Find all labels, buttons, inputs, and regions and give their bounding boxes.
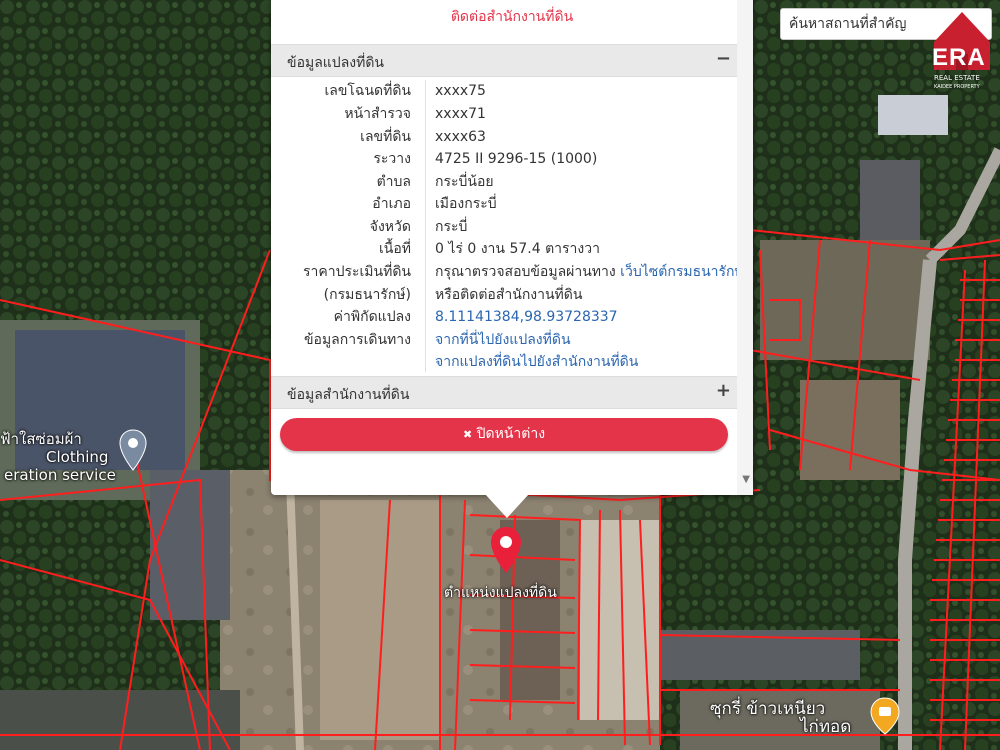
poi-restaurant-line2: ไก่ทอด bbox=[800, 717, 852, 737]
treasury-value: หรือติดต่อสำนักงานที่ดิน bbox=[435, 287, 583, 303]
row-land-number: เลขที่ดิน xxxx63 bbox=[271, 126, 737, 148]
office-info-panel-header[interactable]: ข้อมูลสำนักงานที่ดิน + bbox=[271, 376, 737, 409]
land-info-panel-title: ข้อมูลแปลงที่ดิน bbox=[287, 55, 385, 71]
map-sheet-label: ระวาง bbox=[373, 151, 411, 167]
row-deed-number: เลขโฉนดที่ดิน xxxx75 bbox=[271, 80, 737, 102]
row-subdistrict: ตำบล กระบี่น้อย bbox=[271, 171, 737, 193]
parcel-location-pin-icon[interactable] bbox=[488, 525, 524, 575]
close-icon: ✖ bbox=[462, 428, 473, 441]
treasury-label: (กรมธนารักษ์) bbox=[323, 287, 411, 303]
era-logo[interactable]: ERA REAL ESTATE KAIDEE PROPERTY bbox=[930, 6, 994, 92]
poi-restaurant-label[interactable]: ซุกรี่ ข้าวเหนียว ไก่ทอด bbox=[710, 700, 851, 736]
poi-clothing-en-2: eration service bbox=[4, 466, 116, 484]
row-survey-page: หน้าสำรวจ xxxx71 bbox=[271, 103, 737, 125]
expand-icon[interactable]: + bbox=[716, 380, 731, 401]
appraisal-value: กรุณาตรวจสอบข้อมูลผ่านทาง เว็บไซต์กรมธนา… bbox=[435, 261, 744, 283]
land-info-popup: ติดต่อสำนักงานที่ดิน ข้อมูลแปลงที่ดิน − … bbox=[271, 0, 753, 495]
map-sheet-value: 4725 II 9296-15 (1000) bbox=[435, 151, 598, 167]
land-info-panel-header[interactable]: ข้อมูลแปลงที่ดิน − bbox=[271, 44, 737, 77]
appraisal-label: ราคาประเมินที่ดิน bbox=[302, 264, 411, 280]
close-window-label: ปิดหน้าต่าง bbox=[472, 426, 546, 442]
parcel-location-label: ตำแหน่งแปลงที่ดิน bbox=[444, 585, 557, 601]
era-logo-text: ERA bbox=[932, 44, 986, 71]
row-coordinates: ค่าพิกัดแปลง 8.11141384,98.93728337 bbox=[271, 306, 737, 328]
survey-page-value: xxxx71 bbox=[435, 106, 486, 122]
coordinates-label: ค่าพิกัดแปลง bbox=[333, 309, 411, 325]
subdistrict-value: กระบี่น้อย bbox=[435, 174, 494, 190]
popup-scrollbar[interactable]: ▼ bbox=[737, 0, 753, 495]
row-appraisal: ราคาประเมินที่ดิน กรุณาตรวจสอบข้อมูลผ่าน… bbox=[271, 261, 744, 283]
land-number-value: xxxx63 bbox=[435, 129, 486, 145]
province-value: กระบี่ bbox=[435, 219, 468, 235]
area-value: 0 ไร่ 0 งาน 57.4 ตารางวา bbox=[435, 241, 600, 257]
row-district: อำเภอ เมืองกระบี่ bbox=[271, 193, 737, 215]
popup-tail bbox=[485, 494, 529, 518]
poi-clothing-thai: ฟ้าใสซ่อมผ้า bbox=[0, 430, 82, 448]
province-label: จังหวัด bbox=[369, 219, 411, 235]
row-map-sheet: ระวาง 4725 II 9296-15 (1000) bbox=[271, 148, 737, 170]
poi-restaurant-line1: ซุกรี่ ข้าวเหนียว bbox=[710, 699, 826, 719]
travel-label: ข้อมูลการเดินทาง bbox=[303, 332, 411, 348]
scroll-down-arrow-icon[interactable]: ▼ bbox=[742, 474, 750, 485]
office-info-panel-title: ข้อมูลสำนักงานที่ดิน bbox=[287, 387, 410, 403]
era-logo-sub1: REAL ESTATE bbox=[934, 74, 980, 82]
district-label: อำเภอ bbox=[372, 196, 411, 212]
restaurant-pin-icon[interactable] bbox=[868, 696, 902, 736]
treasury-website-link[interactable]: เว็บไซต์กรมธนารักษ์ bbox=[620, 264, 744, 280]
contact-land-office-link[interactable]: ติดต่อสำนักงานที่ดิน bbox=[271, 6, 753, 28]
row-travel: ข้อมูลการเดินทาง จากที่นี่ไปยังแปลงที่ดิ… bbox=[271, 329, 737, 351]
era-logo-sub2: KAIDEE PROPERTY bbox=[934, 84, 980, 90]
poi-clothing-en: Clothing bbox=[46, 448, 109, 466]
row-treasury: (กรมธนารักษ์) หรือติดต่อสำนักงานที่ดิน bbox=[271, 284, 737, 306]
route-to-parcel-link[interactable]: จากที่นี่ไปยังแปลงที่ดิน bbox=[435, 332, 571, 348]
subdistrict-label: ตำบล bbox=[376, 174, 411, 190]
appraisal-text: กรุณาตรวจสอบข้อมูลผ่านทาง bbox=[435, 264, 621, 280]
poi-location-icon[interactable] bbox=[118, 428, 148, 472]
land-number-label: เลขที่ดิน bbox=[360, 129, 411, 145]
row-province: จังหวัด กระบี่ bbox=[271, 216, 737, 238]
close-window-button[interactable]: ✖ ปิดหน้าต่าง bbox=[280, 418, 728, 451]
survey-page-label: หน้าสำรวจ bbox=[344, 106, 411, 122]
poi-clothing-label[interactable]: ฟ้าใสซ่อมผ้า Clothing eration service bbox=[0, 430, 116, 484]
deed-number-label: เลขโฉนดที่ดิน bbox=[324, 83, 411, 99]
deed-number-value: xxxx75 bbox=[435, 83, 486, 99]
area-label: เนื้อที่ bbox=[379, 241, 411, 257]
collapse-icon[interactable]: − bbox=[716, 48, 731, 69]
coordinates-link[interactable]: 8.11141384,98.93728337 bbox=[435, 309, 618, 325]
route-to-office-link[interactable]: จากแปลงที่ดินไปยังสำนักงานที่ดิน bbox=[435, 354, 638, 370]
row-area: เนื้อที่ 0 ไร่ 0 งาน 57.4 ตารางวา bbox=[271, 238, 737, 260]
row-travel-2: จากแปลงที่ดินไปยังสำนักงานที่ดิน bbox=[271, 351, 737, 373]
district-value: เมืองกระบี่ bbox=[435, 196, 497, 212]
